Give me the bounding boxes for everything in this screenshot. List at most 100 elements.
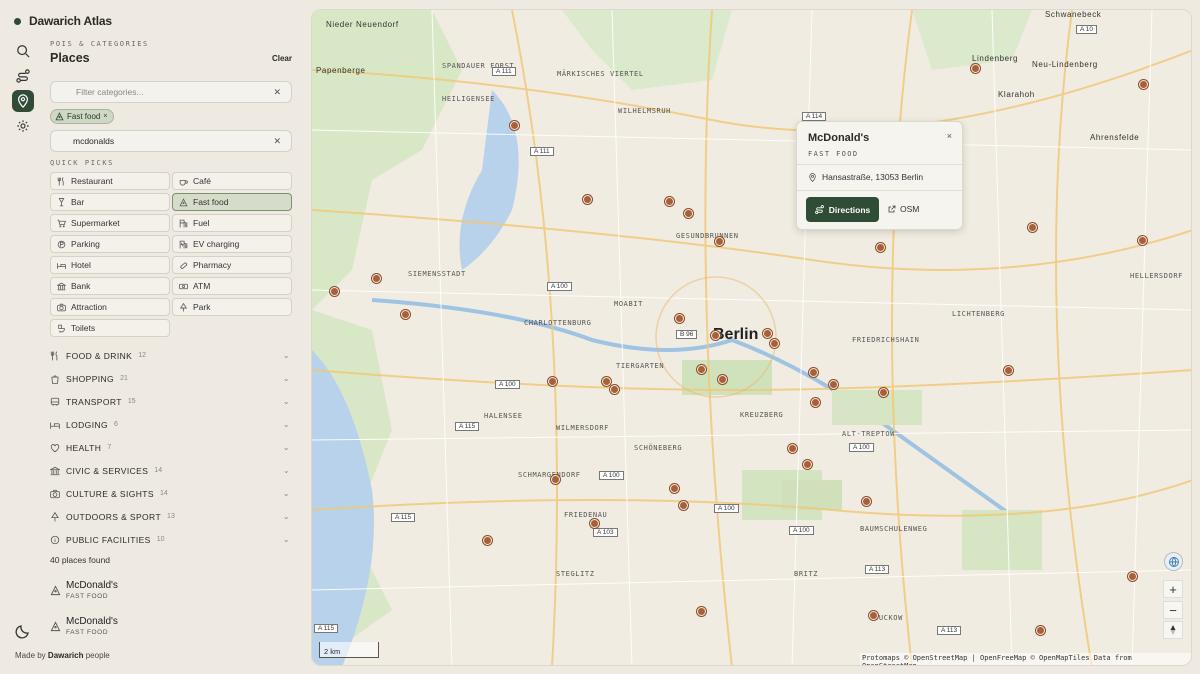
category-row[interactable]: OUTDOORS & SPORT 13 ⌄ — [50, 505, 292, 528]
chevron-down-icon[interactable]: ⌄ — [283, 535, 290, 544]
poi-marker[interactable] — [869, 611, 878, 620]
chevron-down-icon[interactable]: ⌄ — [283, 351, 290, 360]
poi-marker[interactable] — [401, 310, 410, 319]
poi-marker[interactable] — [715, 237, 724, 246]
chevron-down-icon[interactable]: ⌄ — [283, 397, 290, 406]
result-item[interactable]: McDonald's FAST FOOD — [50, 575, 292, 605]
poi-marker[interactable] — [1138, 236, 1147, 245]
poi-marker[interactable] — [971, 64, 980, 73]
poi-marker[interactable] — [679, 501, 688, 510]
poi-marker[interactable] — [711, 331, 720, 340]
quick-pick-bank[interactable]: Bank — [50, 277, 170, 295]
quick-pick-toilets[interactable]: Toilets — [50, 319, 170, 337]
poi-marker[interactable] — [811, 398, 820, 407]
chevron-down-icon[interactable]: ⌄ — [283, 443, 290, 452]
poi-marker[interactable] — [770, 339, 779, 348]
footer-brand-link[interactable]: Dawarich — [48, 651, 84, 660]
poi-marker[interactable] — [1028, 223, 1037, 232]
moon-icon[interactable] — [15, 623, 31, 639]
directions-button[interactable]: Directions — [806, 197, 879, 222]
poi-marker[interactable] — [372, 274, 381, 283]
settings-rail-button[interactable] — [12, 115, 34, 137]
poi-marker[interactable] — [763, 329, 772, 338]
compass-icon — [1170, 625, 1176, 635]
globe-icon[interactable] — [1164, 552, 1183, 571]
category-row[interactable]: HEALTH 7 ⌄ — [50, 436, 292, 459]
map-place-label: ALT-TREPTOW — [842, 430, 895, 438]
app-brand[interactable]: Dawarich Atlas — [14, 14, 112, 28]
zoom-in-button[interactable]: + — [1163, 580, 1183, 598]
quick-pick-supermarket[interactable]: Supermarket — [50, 214, 170, 232]
poi-marker[interactable] — [1036, 626, 1045, 635]
clear-filter-icon[interactable]: ✕ — [273, 87, 281, 98]
poi-marker[interactable] — [670, 484, 679, 493]
poi-marker[interactable] — [483, 536, 492, 545]
poi-marker[interactable] — [583, 195, 592, 204]
poi-marker[interactable] — [684, 209, 693, 218]
filter-categories-input[interactable]: Filter categories... ✕ — [50, 81, 292, 103]
map-view[interactable]: Nieder Neuendorf Papenberge SPANDAUER FO… — [311, 9, 1192, 666]
poi-marker[interactable] — [718, 375, 727, 384]
quick-pick-ev-charging[interactable]: EV charging — [172, 235, 292, 253]
category-row[interactable]: TRANSPORT 15 ⌄ — [50, 390, 292, 413]
poi-marker[interactable] — [548, 377, 557, 386]
active-filter-chip[interactable]: Fast food × — [50, 109, 115, 124]
poi-marker[interactable] — [879, 388, 888, 397]
poi-marker[interactable] — [602, 377, 611, 386]
search-rail-button[interactable] — [12, 40, 34, 62]
poi-marker[interactable] — [876, 243, 885, 252]
poi-marker[interactable] — [665, 197, 674, 206]
quick-pick-restaurant[interactable]: Restaurant — [50, 172, 170, 190]
quick-pick-bar[interactable]: Bar — [50, 193, 170, 211]
poi-marker[interactable] — [829, 380, 838, 389]
quick-pick-hotel[interactable]: Hotel — [50, 256, 170, 274]
chevron-down-icon[interactable]: ⌄ — [283, 466, 290, 475]
poi-marker[interactable] — [803, 460, 812, 469]
quick-pick-parking[interactable]: Parking — [50, 235, 170, 253]
category-row[interactable]: PUBLIC FACILITIES 10 ⌄ — [50, 528, 292, 551]
poi-marker[interactable] — [809, 368, 818, 377]
chevron-down-icon[interactable]: ⌄ — [283, 489, 290, 498]
category-row[interactable]: CIVIC & SERVICES 14 ⌄ — [50, 459, 292, 482]
quick-pick-pharmacy[interactable]: Pharmacy — [172, 256, 292, 274]
poi-marker[interactable] — [330, 287, 339, 296]
poi-marker[interactable] — [510, 121, 519, 130]
clear-button[interactable]: Clear — [272, 54, 292, 63]
category-row[interactable]: CULTURE & SIGHTS 14 ⌄ — [50, 482, 292, 505]
quick-pick-fuel[interactable]: Fuel — [172, 214, 292, 232]
chevron-down-icon[interactable]: ⌄ — [283, 420, 290, 429]
quick-pick-caf-[interactable]: Café — [172, 172, 292, 190]
poi-marker[interactable] — [1128, 572, 1137, 581]
places-rail-button[interactable] — [12, 90, 34, 112]
chip-remove-icon[interactable]: × — [103, 113, 107, 120]
poi-marker[interactable] — [1004, 366, 1013, 375]
poi-marker[interactable] — [697, 365, 706, 374]
quick-pick-atm[interactable]: ATM — [172, 277, 292, 295]
result-item[interactable]: McDonald's FAST FOOD — [50, 611, 292, 641]
poi-marker[interactable] — [610, 385, 619, 394]
quick-pick-attraction[interactable]: Attraction — [50, 298, 170, 316]
zoom-out-button[interactable]: − — [1163, 601, 1183, 619]
quick-pick-fast-food[interactable]: Fast food — [172, 193, 292, 211]
search-input[interactable]: mcdonalds ✕ — [50, 130, 292, 152]
poi-marker[interactable] — [675, 314, 684, 323]
poi-marker[interactable] — [1139, 80, 1148, 89]
category-row[interactable]: FOOD & DRINK 12 ⌄ — [50, 344, 292, 367]
poi-marker[interactable] — [862, 497, 871, 506]
popup-close-icon[interactable]: × — [947, 131, 952, 141]
map-scale: 2 km — [319, 642, 379, 658]
map-attribution[interactable]: Protomaps © OpenStreetMap | OpenFreeMap … — [860, 653, 1191, 665]
quick-pick-park[interactable]: Park — [172, 298, 292, 316]
clear-search-icon[interactable]: ✕ — [273, 136, 281, 147]
poi-marker[interactable] — [590, 519, 599, 528]
poi-marker[interactable] — [697, 607, 706, 616]
reset-north-button[interactable] — [1163, 621, 1183, 639]
category-row[interactable]: LODGING 6 ⌄ — [50, 413, 292, 436]
poi-marker[interactable] — [788, 444, 797, 453]
route-rail-button[interactable] — [12, 65, 34, 87]
category-row[interactable]: SHOPPING 21 ⌄ — [50, 367, 292, 390]
osm-link[interactable]: OSM — [888, 204, 919, 214]
chevron-down-icon[interactable]: ⌄ — [283, 512, 290, 521]
poi-marker[interactable] — [551, 475, 560, 484]
chevron-down-icon[interactable]: ⌄ — [283, 374, 290, 383]
